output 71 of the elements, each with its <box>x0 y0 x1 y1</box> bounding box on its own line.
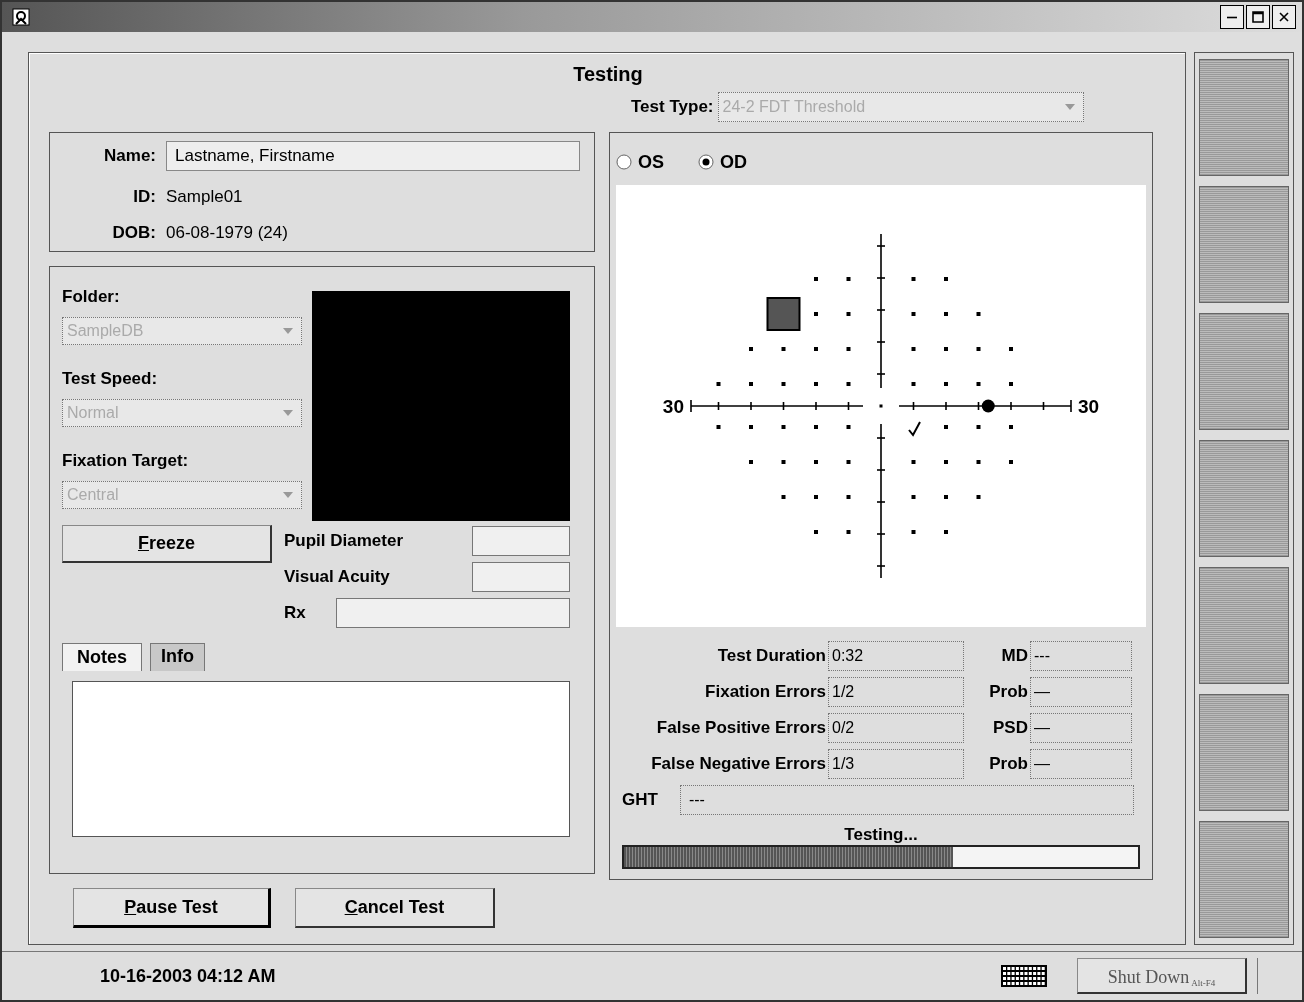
field-label: DOB: <box>111 223 156 243</box>
result-value: 1/3 <box>828 749 964 779</box>
index-label: MD <box>1000 645 1028 667</box>
input-field[interactable] <box>472 526 570 556</box>
name-field[interactable]: Lastname, Firstname <box>166 141 580 171</box>
result-label: Test Duration <box>716 645 826 667</box>
page-heading: Testing <box>573 63 643 86</box>
keyboard-icon[interactable] <box>1001 965 1047 987</box>
close-button[interactable] <box>1272 5 1296 29</box>
input-field[interactable] <box>472 562 570 592</box>
field-label: ID: <box>132 187 156 207</box>
result-label: False Positive Errors <box>655 717 826 739</box>
checkmark-icon <box>908 421 921 437</box>
date-time: 10-16-2003 04:12 AM <box>100 965 276 987</box>
sidebar-button[interactable] <box>1199 821 1289 938</box>
sidebar-button[interactable] <box>1199 313 1289 430</box>
result-label: False Negative Errors <box>650 753 826 775</box>
result-value: 0/2 <box>828 713 964 743</box>
sidebar-button[interactable] <box>1199 440 1289 557</box>
dropdown-caret-icon <box>283 410 293 416</box>
minimize-button[interactable] <box>1220 5 1244 29</box>
maximize-button[interactable] <box>1246 5 1270 29</box>
eye-radio-button[interactable]: OD <box>698 151 747 173</box>
result-value: 1/2 <box>828 677 964 707</box>
result-value: --- <box>679 785 1134 815</box>
result-label: GHT <box>622 790 658 810</box>
index-label: Prob <box>988 681 1028 703</box>
field-label: Test Speed: <box>62 369 159 389</box>
field-value: Sample01 <box>166 187 243 207</box>
index-value: --- <box>1030 641 1132 671</box>
field-label: Rx <box>284 603 306 623</box>
close-icon <box>1279 12 1289 22</box>
freeze-button[interactable]: Freeze <box>62 525 272 563</box>
index-value: — <box>1030 713 1132 743</box>
axis-label: 30 <box>662 396 684 417</box>
field-value: 06-08-1979 (24) <box>166 223 288 243</box>
field-label: Pupil Diameter <box>284 531 404 551</box>
field-label: Name: <box>103 146 156 166</box>
index-value: — <box>1030 749 1132 779</box>
dropdown-caret-icon <box>283 492 293 498</box>
tab[interactable]: Info <box>150 643 205 671</box>
app-icon <box>12 8 30 26</box>
minimize-icon <box>1227 15 1237 19</box>
field-label: Folder: <box>62 287 121 307</box>
input-field[interactable] <box>336 598 570 628</box>
field-label: Test Type: <box>631 97 714 117</box>
index-label: Prob <box>988 753 1028 775</box>
notes-field[interactable] <box>72 681 570 837</box>
dropdown-caret-icon <box>283 328 293 334</box>
stimulus-marker <box>766 297 801 331</box>
radio-circle-icon <box>698 154 714 170</box>
maximize-icon <box>1252 11 1264 23</box>
field-label: Visual Acuity <box>284 567 390 587</box>
sidebar-button[interactable] <box>1199 59 1289 176</box>
tab[interactable]: Notes <box>62 643 142 671</box>
result-label: Fixation Errors <box>704 681 826 703</box>
blind-spot-dot <box>981 399 995 413</box>
action-button[interactable]: Pause Test <box>73 888 271 928</box>
axis-label: 30 <box>1078 396 1100 417</box>
eye-radio-button[interactable]: OS <box>616 151 664 173</box>
field-label: Fixation Target: <box>62 451 190 471</box>
index-label: PSD <box>992 717 1028 739</box>
progress-label: Testing... <box>844 825 918 845</box>
dropdown-caret-icon <box>1064 104 1075 110</box>
result-value: 0:32 <box>828 641 964 671</box>
action-button[interactable]: Cancel Test <box>295 888 495 928</box>
sidebar-button[interactable] <box>1199 567 1289 684</box>
sidebar-button[interactable] <box>1199 186 1289 303</box>
radio-circle-icon <box>616 154 632 170</box>
sidebar-button[interactable] <box>1199 694 1289 811</box>
index-value: — <box>1030 677 1132 707</box>
